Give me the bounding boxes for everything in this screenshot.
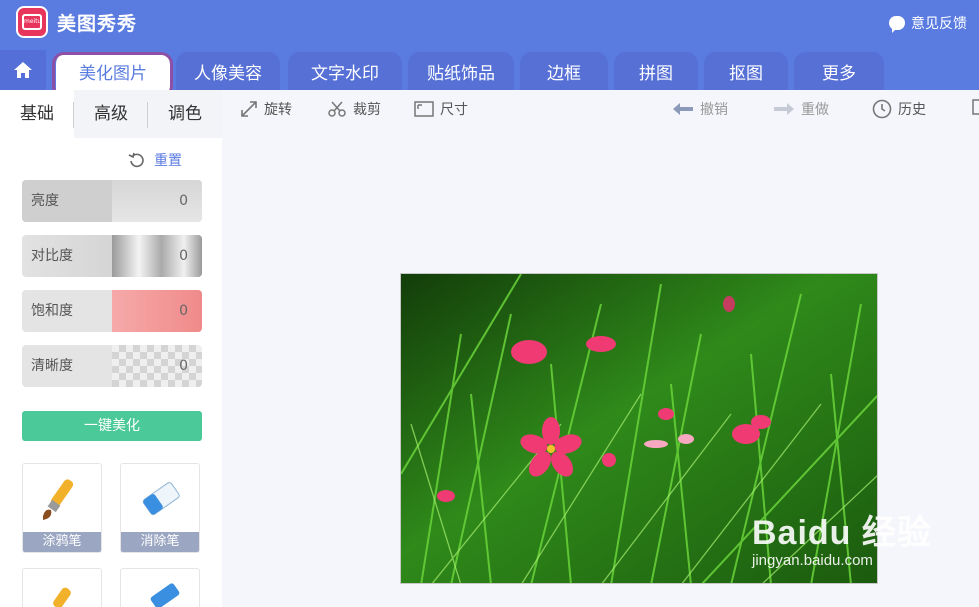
pen-tool[interactable] bbox=[22, 568, 102, 607]
eraser-pen-tool[interactable]: 消除笔 bbox=[120, 463, 200, 553]
chat-bubble-icon bbox=[889, 16, 905, 33]
undo-label: 撤销 bbox=[700, 102, 728, 118]
tab-cutout[interactable]: 抠图 bbox=[704, 52, 788, 90]
slider-track bbox=[112, 345, 202, 387]
redo-button[interactable]: 重做 bbox=[773, 99, 829, 119]
feedback-button[interactable]: 意见反馈 bbox=[889, 13, 967, 33]
tab-text-watermark[interactable]: 文字水印 bbox=[288, 52, 402, 90]
watermark-brand: Baidu 经验 bbox=[752, 514, 932, 552]
tab-more[interactable]: 更多 bbox=[794, 52, 884, 90]
top-bar: meitu 美图秀秀 意见反馈 bbox=[0, 0, 979, 50]
home-icon bbox=[14, 62, 32, 78]
slider-track bbox=[112, 180, 202, 222]
rotate-button[interactable]: 旋转 bbox=[240, 99, 292, 119]
baidu-watermark: Baidu 经验 jingyan.baidu.com bbox=[752, 505, 932, 569]
size-label: 尺寸 bbox=[440, 102, 468, 118]
contrast-slider[interactable]: 对比度 0 bbox=[22, 235, 202, 277]
sharpness-value: 0 bbox=[179, 358, 188, 374]
eraser-pen-label: 消除笔 bbox=[121, 532, 199, 552]
reset-label: 重置 bbox=[154, 153, 182, 169]
brush-icon bbox=[150, 583, 180, 607]
subtab-bar: 基础 高级 调色 bbox=[0, 90, 222, 138]
undo-button[interactable]: 撤销 bbox=[672, 99, 728, 119]
saturation-label: 饱和度 bbox=[31, 303, 73, 319]
one-key-beautify-button[interactable]: 一键美化 bbox=[22, 411, 202, 441]
subtab-basic[interactable]: 基础 bbox=[0, 90, 74, 138]
doodle-pen-tool[interactable]: 涂鸦笔 bbox=[22, 463, 102, 553]
compare-icon bbox=[972, 99, 979, 115]
app-title: 美图秀秀 bbox=[57, 13, 138, 35]
feedback-label: 意见反馈 bbox=[911, 16, 967, 32]
brush-icon bbox=[53, 587, 71, 607]
rotate-icon bbox=[241, 101, 257, 117]
clock-icon bbox=[872, 99, 892, 119]
compare-button[interactable] bbox=[972, 99, 979, 115]
tab-stickers[interactable]: 贴纸饰品 bbox=[408, 52, 514, 90]
brush-tool[interactable] bbox=[120, 568, 200, 607]
reset-button[interactable]: 重置 bbox=[128, 150, 182, 170]
contrast-label: 对比度 bbox=[31, 248, 73, 264]
arrow-left-icon bbox=[673, 103, 693, 115]
main-tab-bar: 美化图片 人像美容 文字水印 贴纸饰品 边框 拼图 抠图 更多 bbox=[0, 50, 979, 90]
rotate-label: 旋转 bbox=[264, 102, 292, 118]
history-button[interactable]: 历史 bbox=[872, 99, 926, 119]
watermark-url: jingyan.baidu.com bbox=[752, 552, 873, 569]
paintbrush-icon bbox=[43, 479, 74, 520]
size-button[interactable]: 尺寸 bbox=[414, 99, 468, 119]
doodle-pen-label: 涂鸦笔 bbox=[23, 532, 101, 552]
slider-track bbox=[112, 290, 202, 332]
subtab-color[interactable]: 调色 bbox=[148, 90, 222, 138]
tab-collage[interactable]: 拼图 bbox=[614, 52, 698, 90]
sharpness-slider[interactable]: 清晰度 0 bbox=[22, 345, 202, 387]
app-logo: meitu bbox=[16, 6, 48, 38]
reset-icon bbox=[128, 152, 144, 168]
left-panel: 基础 高级 调色 重置 亮度 0 对比度 0 饱和度 0 清晰度 0 一键美化 bbox=[0, 90, 222, 607]
redo-label: 重做 bbox=[801, 102, 829, 118]
arrow-right-icon bbox=[774, 103, 794, 115]
eraser-icon bbox=[142, 482, 180, 516]
subtab-advanced[interactable]: 高级 bbox=[74, 90, 148, 138]
contrast-value: 0 bbox=[179, 248, 188, 264]
scissors-icon bbox=[328, 101, 346, 117]
crop-label: 裁剪 bbox=[353, 102, 381, 118]
brightness-value: 0 bbox=[179, 193, 188, 209]
sharpness-label: 清晰度 bbox=[31, 358, 73, 374]
tab-beautify[interactable]: 美化图片 bbox=[56, 52, 170, 90]
history-label: 历史 bbox=[898, 102, 926, 118]
tab-portrait[interactable]: 人像美容 bbox=[176, 52, 280, 90]
resize-icon bbox=[414, 101, 434, 117]
edit-toolbar: 旋转 裁剪 尺寸 撤销 重做 历史 bbox=[222, 90, 979, 128]
tab-frames[interactable]: 边框 bbox=[520, 52, 608, 90]
saturation-slider[interactable]: 饱和度 0 bbox=[22, 290, 202, 332]
home-button[interactable] bbox=[0, 50, 46, 90]
brightness-slider[interactable]: 亮度 0 bbox=[22, 180, 202, 222]
saturation-value: 0 bbox=[179, 303, 188, 319]
brightness-label: 亮度 bbox=[31, 193, 59, 209]
crop-button[interactable]: 裁剪 bbox=[327, 99, 381, 119]
slider-track bbox=[112, 235, 202, 277]
